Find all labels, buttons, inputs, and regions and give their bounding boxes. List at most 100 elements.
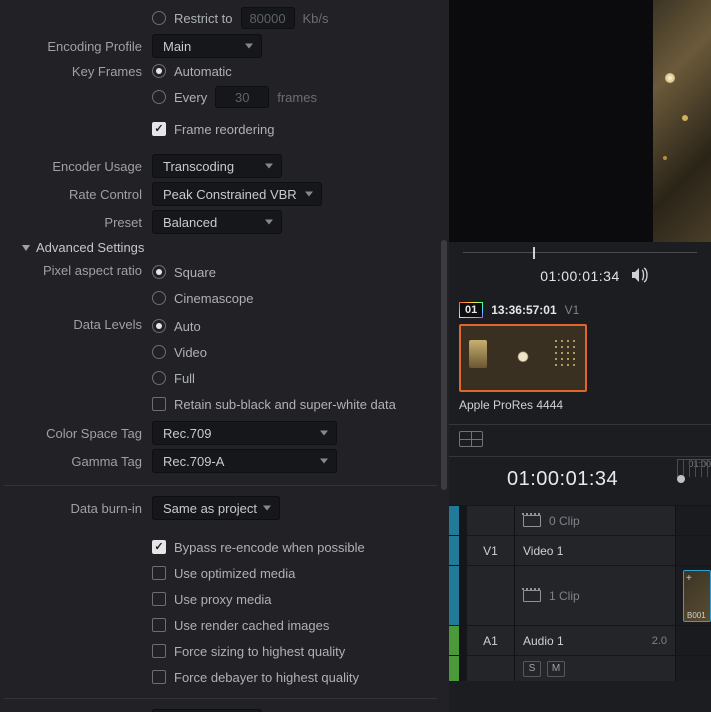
data-levels-full-radio[interactable] bbox=[152, 371, 166, 385]
video-track-edge bbox=[449, 506, 459, 535]
force-debayer-label: Force debayer to highest quality bbox=[174, 670, 359, 685]
clip-index-badge[interactable]: 01 bbox=[459, 302, 483, 318]
data-levels-auto-radio[interactable] bbox=[152, 319, 166, 333]
advanced-settings-label: Advanced Settings bbox=[36, 240, 144, 255]
timeline-ruler[interactable]: 01:00 bbox=[677, 459, 711, 499]
audio-track-edge bbox=[449, 626, 459, 655]
pixel-aspect-label: Pixel aspect ratio bbox=[4, 261, 152, 278]
force-sizing-label: Force sizing to highest quality bbox=[174, 644, 345, 659]
track-id-v1[interactable]: V1 bbox=[467, 536, 515, 565]
preview-panel: 01:00:01:34 01 13:36:57:01 V1 Apple ProR… bbox=[449, 0, 711, 712]
keyframes-automatic-radio[interactable] bbox=[152, 64, 166, 78]
rate-control-select[interactable]: Peak Constrained VBR bbox=[152, 182, 322, 206]
track-row-v1-clips: 1 Clip + B001 bbox=[449, 565, 711, 625]
track-row-a1: A1 Audio 1 2.0 bbox=[449, 625, 711, 655]
use-optimized-checkbox[interactable] bbox=[152, 566, 166, 580]
clip-info-section: 01 13:36:57:01 V1 Apple ProRes 4444 bbox=[449, 294, 711, 425]
track-row-a1-controls: S M bbox=[449, 655, 711, 681]
track-id-a1[interactable]: A1 bbox=[467, 626, 515, 655]
data-burn-in-select[interactable]: Same as project bbox=[152, 496, 280, 520]
data-levels-auto-label: Auto bbox=[174, 319, 201, 334]
track-content[interactable] bbox=[675, 626, 711, 655]
view-toggle-bar bbox=[449, 425, 711, 457]
pixel-aspect-square-radio[interactable] bbox=[152, 265, 166, 279]
use-render-cached-checkbox[interactable] bbox=[152, 618, 166, 632]
preview-timecode: 01:00:01:34 bbox=[540, 268, 619, 284]
plus-icon: + bbox=[686, 573, 692, 584]
timeline-header: 01:00:01:34 01:00 bbox=[449, 457, 711, 505]
track-view-icon[interactable] bbox=[459, 431, 483, 447]
bypass-reencode-checkbox[interactable] bbox=[152, 540, 166, 554]
clip-source-timecode: 13:36:57:01 bbox=[491, 303, 556, 317]
data-levels-video-label: Video bbox=[174, 345, 207, 360]
encoding-profile-select[interactable]: Main bbox=[152, 34, 262, 58]
keyframes-every-radio[interactable] bbox=[152, 90, 166, 104]
track-name-a1: Audio 1 bbox=[523, 634, 564, 648]
timeline-timecode: 01:00:01:34 bbox=[507, 468, 618, 491]
scrubber-track bbox=[463, 252, 697, 253]
preset-select[interactable]: Balanced bbox=[152, 210, 282, 234]
retain-subblack-checkbox[interactable] bbox=[152, 397, 166, 411]
clip-thumbnail[interactable] bbox=[459, 324, 587, 392]
pixel-aspect-square-label: Square bbox=[174, 265, 216, 280]
use-proxy-checkbox[interactable] bbox=[152, 592, 166, 606]
preset-label: Preset bbox=[4, 215, 152, 230]
video-clip[interactable]: + B001 bbox=[683, 570, 711, 622]
restrict-to-input[interactable]: 80000 bbox=[241, 7, 295, 29]
clip-track-label: V1 bbox=[565, 303, 580, 317]
frame-reordering-label: Frame reordering bbox=[174, 122, 274, 137]
bypass-reencode-label: Bypass re-encode when possible bbox=[174, 540, 365, 555]
keyframes-every-input[interactable]: 30 bbox=[215, 86, 269, 108]
track-header[interactable] bbox=[467, 656, 515, 681]
restrict-to-radio[interactable] bbox=[152, 11, 166, 25]
solo-button[interactable]: S bbox=[523, 661, 541, 677]
clip-icon bbox=[523, 515, 541, 527]
audio-track-edge bbox=[449, 656, 459, 681]
mute-button[interactable]: M bbox=[547, 661, 565, 677]
color-space-tag-label: Color Space Tag bbox=[4, 426, 152, 441]
keyframes-automatic-label: Automatic bbox=[174, 64, 232, 79]
video-clip-label: B001 bbox=[687, 611, 706, 620]
track-content[interactable] bbox=[675, 656, 711, 681]
speaker-icon[interactable] bbox=[631, 267, 649, 286]
encoding-profile-label: Encoding Profile bbox=[4, 39, 152, 54]
preview-viewport[interactable] bbox=[449, 0, 711, 242]
retain-subblack-label: Retain sub-black and super-white data bbox=[174, 397, 396, 412]
data-levels-label: Data Levels bbox=[4, 315, 152, 332]
divider bbox=[4, 698, 437, 699]
pixel-aspect-cinemascope-radio[interactable] bbox=[152, 291, 166, 305]
clip-count-label: 1 Clip bbox=[549, 589, 580, 603]
data-burn-in-label: Data burn-in bbox=[4, 501, 152, 516]
playhead-icon[interactable] bbox=[677, 475, 685, 483]
chevron-down-icon bbox=[22, 245, 30, 251]
scrollbar[interactable] bbox=[441, 240, 447, 490]
divider bbox=[4, 485, 437, 486]
encoder-usage-select[interactable]: Transcoding bbox=[152, 154, 282, 178]
export-settings-panel: Restrict to 80000 Kb/s Encoding Profile … bbox=[0, 0, 449, 712]
clip-icon bbox=[523, 590, 541, 602]
key-frames-label: Key Frames bbox=[4, 60, 152, 79]
data-levels-full-label: Full bbox=[174, 371, 195, 386]
keyframes-every-unit: frames bbox=[277, 90, 317, 105]
force-sizing-checkbox[interactable] bbox=[152, 644, 166, 658]
video-track-edge bbox=[449, 566, 459, 625]
scrubber-playhead[interactable] bbox=[533, 247, 535, 259]
gamma-tag-select[interactable]: Rec.709-A bbox=[152, 449, 337, 473]
force-debayer-checkbox[interactable] bbox=[152, 670, 166, 684]
use-proxy-label: Use proxy media bbox=[174, 592, 272, 607]
data-levels-video-radio[interactable] bbox=[152, 345, 166, 359]
use-optimized-label: Use optimized media bbox=[174, 566, 295, 581]
track-content[interactable] bbox=[675, 536, 711, 565]
video-track-edge bbox=[449, 536, 459, 565]
track-header[interactable] bbox=[467, 506, 515, 535]
advanced-settings-header[interactable]: Advanced Settings bbox=[22, 240, 437, 255]
frame-reordering-checkbox[interactable] bbox=[152, 122, 166, 136]
pixel-aspect-cinemascope-label: Cinemascope bbox=[174, 291, 254, 306]
color-space-tag-select[interactable]: Rec.709 bbox=[152, 421, 337, 445]
clip-count-label: 0 Clip bbox=[549, 514, 580, 528]
preview-image bbox=[653, 0, 711, 242]
scrubber[interactable] bbox=[463, 244, 697, 262]
track-header[interactable] bbox=[467, 566, 515, 625]
track-content[interactable] bbox=[675, 506, 711, 535]
track-content[interactable]: + B001 bbox=[675, 566, 711, 625]
